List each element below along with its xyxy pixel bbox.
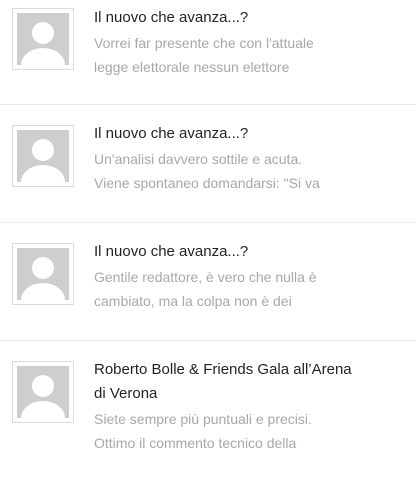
default-avatar-icon [17,13,69,65]
comment-post-title-link[interactable]: Il nuovo che avanza...? [94,6,406,30]
comment-excerpt-line: Siete sempre più puntuali e precisi. [94,411,312,427]
default-avatar-icon [17,366,69,418]
comment-excerpt-line: Un'analisi davvero sottile e acuta. [94,151,303,167]
avatar[interactable] [12,243,74,305]
comment-content: Roberto Bolle & Friends Gala all’Arena d… [94,358,406,455]
default-avatar-icon [17,130,69,182]
comment-excerpt-line: Ottimo il commento tecnico della [94,435,297,451]
comment-post-title-link[interactable]: Il nuovo che avanza...? [94,240,406,264]
divider [0,104,416,105]
comment-excerpt: Vorrei far presente che con l'attuale le… [94,31,406,79]
comment-content: Il nuovo che avanza...? Vorrei far prese… [94,6,406,79]
comment-post-title-link[interactable]: Il nuovo che avanza...? [94,122,406,146]
divider [0,222,416,223]
comment-excerpt-line: Vorrei far presente che con l'attuale [94,35,314,51]
comment-excerpt-line: legge elettorale nessun elettore [94,59,290,75]
comment-content: Il nuovo che avanza...? Gentile redattor… [94,240,406,313]
comment-content: Il nuovo che avanza...? Un'analisi davve… [94,122,406,195]
comment-post-title-line: di Verona [94,385,158,402]
comment-excerpt: Un'analisi davvero sottile e acuta. Vien… [94,147,406,195]
comment-excerpt-line: Viene spontaneo domandarsi: "Si va [94,175,320,191]
avatar[interactable] [12,125,74,187]
comment-post-title-line: Roberto Bolle & Friends Gala all’Arena [94,361,352,378]
comment-excerpt-line: cambiato, ma la colpa non è dei [94,293,292,309]
avatar[interactable] [12,8,74,70]
default-avatar-icon [17,248,69,300]
comment-excerpt-line: Gentile redattore, è vero che nulla è [94,269,317,285]
comment-excerpt: Siete sempre più puntuali e precisi. Ott… [94,407,406,455]
comment-excerpt: Gentile redattore, è vero che nulla è ca… [94,265,406,313]
divider [0,340,416,341]
avatar[interactable] [12,361,74,423]
comment-post-title-link[interactable]: Roberto Bolle & Friends Gala all’Arena d… [94,358,406,406]
